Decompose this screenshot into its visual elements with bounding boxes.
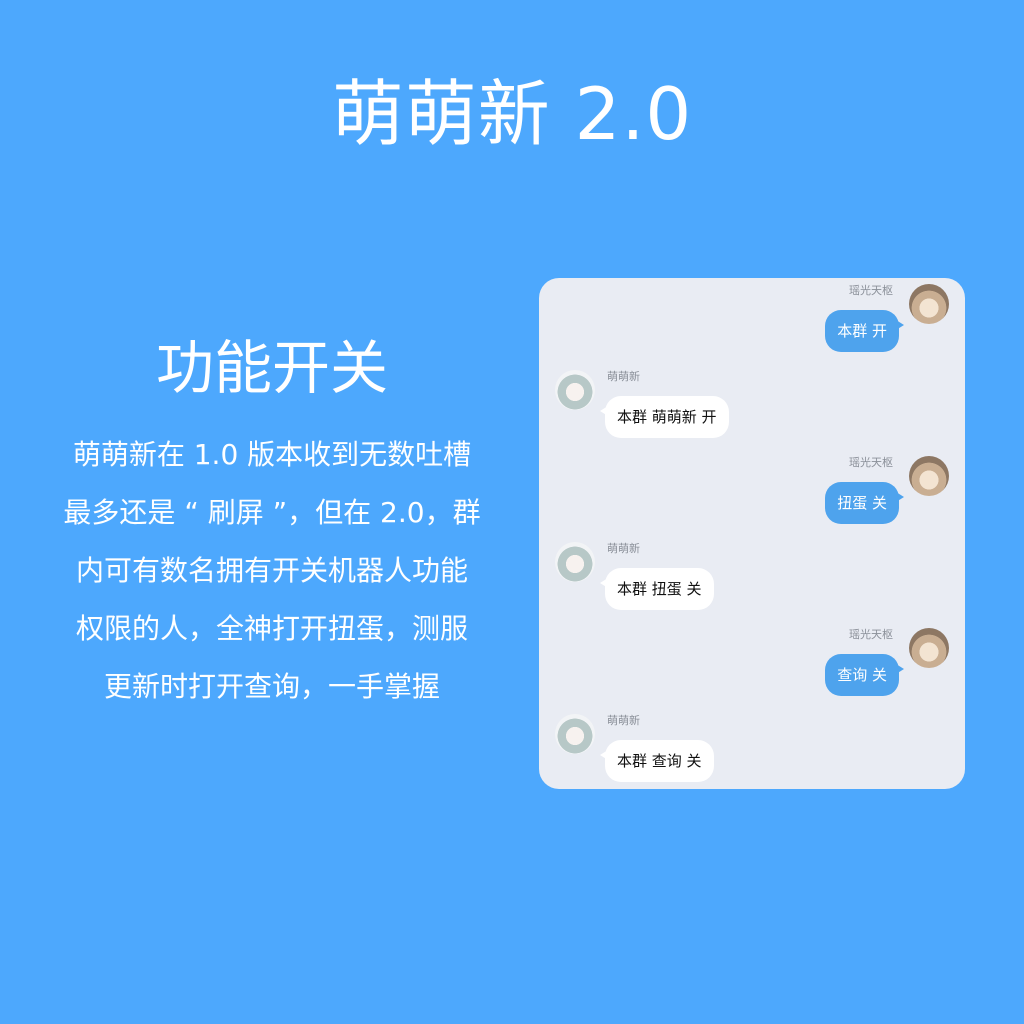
description-line: 内可有数名拥有开关机器人功能: [75, 554, 468, 587]
sender-name: 瑶光天枢: [849, 628, 893, 641]
chat-screenshot-panel: 瑶光天枢 本群 开 萌萌新 本群 萌萌新 开 瑶光天枢 扭蛋 关 萌萌新 本群 …: [539, 278, 965, 789]
description-line: 最多还是 “ 刷屏 ”，但在 2.0，群: [63, 496, 481, 529]
description-line: 更新时打开查询，一手掌握: [103, 670, 440, 703]
message-bubble: 本群 萌萌新 开: [600, 396, 729, 438]
chat-message: 萌萌新 本群 萌萌新 开: [539, 364, 965, 446]
sender-name: 萌萌新: [607, 714, 640, 727]
message-bubble: 本群 查询 关: [600, 740, 714, 782]
section-title: 功能开关: [155, 334, 388, 402]
anime-girl-avatar: [555, 714, 595, 754]
message-bubble: 本群 开: [825, 310, 904, 352]
description-paragraph: 萌萌新在 1.0 版本收到无数吐槽 最多还是 “ 刷屏 ”，但在 2.0，群 内…: [40, 426, 504, 716]
cat-avatar: [909, 628, 949, 668]
sender-name: 瑶光天枢: [849, 284, 893, 297]
anime-girl-avatar: [555, 542, 595, 582]
cat-avatar: [909, 284, 949, 324]
page-title: 萌萌新 2.0: [331, 72, 693, 156]
sender-name: 瑶光天枢: [849, 456, 893, 469]
feature-description: 功能开关 萌萌新在 1.0 版本收到无数吐槽 最多还是 “ 刷屏 ”，但在 2.…: [40, 330, 504, 716]
message-bubble: 扭蛋 关: [825, 482, 904, 524]
chat-message: 瑶光天枢 查询 关: [539, 622, 965, 704]
sender-name: 萌萌新: [607, 370, 640, 383]
anime-girl-avatar: [555, 370, 595, 410]
chat-message: 萌萌新 本群 扭蛋 关: [539, 536, 965, 618]
chat-message: 萌萌新 本群 查询 关: [539, 708, 965, 789]
message-bubble: 查询 关: [825, 654, 904, 696]
description-line: 萌萌新在 1.0 版本收到无数吐槽: [72, 438, 472, 471]
description-line: 权限的人，全神打开扭蛋，测服: [75, 612, 468, 645]
cat-avatar: [909, 456, 949, 496]
sender-name: 萌萌新: [607, 542, 640, 555]
chat-message: 瑶光天枢 本群 开: [539, 278, 965, 360]
message-bubble: 本群 扭蛋 关: [600, 568, 714, 610]
chat-message: 瑶光天枢 扭蛋 关: [539, 450, 965, 532]
